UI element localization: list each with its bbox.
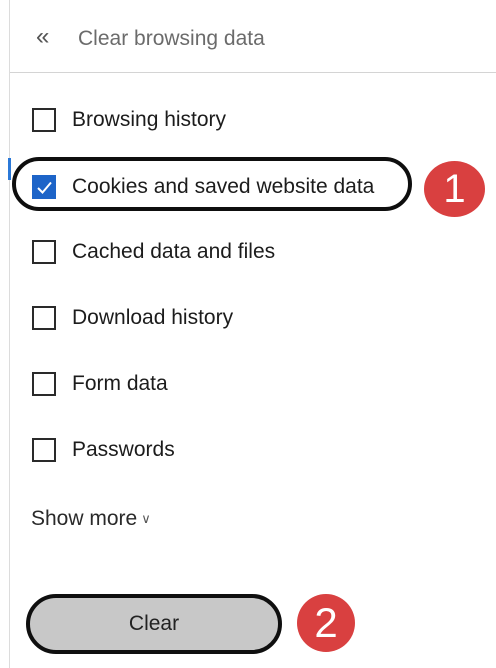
option-label: Passwords <box>72 438 175 461</box>
show-more-link[interactable]: Show more ∨ <box>31 505 151 535</box>
option-passwords[interactable]: Passwords <box>32 435 175 465</box>
panel-header: « Clear browsing data <box>10 0 496 73</box>
page-title: Clear browsing data <box>78 27 265 50</box>
selection-accent-bar <box>8 158 11 180</box>
back-icon[interactable]: « <box>36 22 49 52</box>
option-label: Browsing history <box>72 108 227 131</box>
show-more-label: Show more <box>31 507 138 530</box>
checkbox-cookies[interactable] <box>32 175 56 199</box>
option-cookies[interactable]: Cookies and saved website data <box>32 172 374 202</box>
option-label: Form data <box>72 372 168 395</box>
checkbox-passwords[interactable] <box>32 438 56 462</box>
checkbox-cached-data[interactable] <box>32 240 56 264</box>
checkbox-download-history[interactable] <box>32 306 56 330</box>
option-cached-data[interactable]: Cached data and files <box>32 237 275 267</box>
option-download-history[interactable]: Download history <box>32 303 233 333</box>
checkmark-icon <box>37 181 52 194</box>
option-form-data[interactable]: Form data <box>32 369 168 399</box>
clear-button[interactable]: Clear <box>26 594 282 654</box>
option-browsing-history[interactable]: Browsing history <box>32 105 226 135</box>
checkbox-browsing-history[interactable] <box>32 108 56 132</box>
option-label: Cookies and saved website data <box>72 175 375 198</box>
option-label: Download history <box>72 306 234 329</box>
option-label: Cached data and files <box>72 240 276 263</box>
panel-left-border <box>9 0 10 668</box>
checkbox-form-data[interactable] <box>32 372 56 396</box>
step-badge-2: 2 <box>297 594 355 652</box>
chevron-down-icon: ∨ <box>141 511 151 526</box>
step-badge-1: 1 <box>424 161 485 217</box>
